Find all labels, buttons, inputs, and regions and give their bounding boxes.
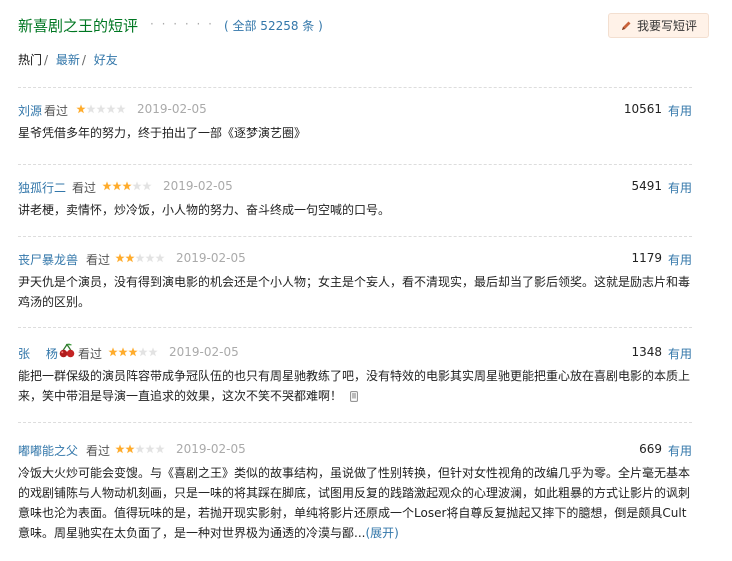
star-empty-icon: [145, 444, 155, 454]
vote-count: 10561: [623, 102, 662, 116]
review-item: 张 杨 看过 2019-02-05 1348 有用 能把一群保级的演员阵容带成争…: [18, 327, 692, 406]
star-empty-icon: [155, 253, 165, 263]
vote-count: 5491: [631, 179, 662, 193]
sort-tabs: 热门 / 最新 / 好友: [18, 51, 118, 68]
rating-stars: [115, 444, 165, 454]
vote-count: 1179: [631, 251, 662, 265]
mobile-phone-icon: [350, 391, 358, 402]
star-empty-icon: [138, 347, 148, 357]
review-date: 2019-02-05: [176, 442, 246, 456]
review-date: 2019-02-05: [163, 179, 233, 193]
section-title: 新喜剧之王的短评: [18, 17, 139, 35]
tab-separator: /: [44, 53, 49, 67]
vote-count: 1348: [631, 345, 662, 359]
watched-status: 看过: [44, 104, 69, 118]
cherries-icon: [59, 343, 75, 358]
rating-stars: [108, 347, 158, 357]
star-filled-icon: [112, 181, 122, 191]
star-empty-icon: [106, 104, 116, 114]
review-item: 刘源 看过 2019-02-05 10561 有用 星爷凭借多年的努力，终于拍出…: [18, 87, 692, 143]
review-meta: 嘟嘟能之父 看过 2019-02-05 669 有用: [18, 438, 692, 458]
star-filled-icon: [108, 347, 118, 357]
review-author[interactable]: 独孤行二: [18, 179, 66, 196]
watched-status: 看过: [86, 253, 111, 267]
review-item: 丧尸暴龙兽 看过 2019-02-05 1179 有用 尹天仇是个演员，没有得到…: [18, 236, 692, 312]
star-filled-icon: [122, 181, 132, 191]
review-item: 嘟嘟能之父 看过 2019-02-05 669 有用 冷饭大火炒可能会变馊。与《…: [18, 422, 692, 543]
tab-separator: /: [81, 53, 86, 67]
useful-button[interactable]: 有用: [668, 442, 692, 459]
star-empty-icon: [142, 181, 152, 191]
rating-stars: [102, 181, 152, 191]
review-author[interactable]: 刘源: [18, 102, 42, 119]
star-filled-icon: [125, 253, 135, 263]
review-text-block: 能把一群保级的演员阵容带成争冠队伍的也只有周星驰教练了吧，没有特效的电影其实周星…: [18, 366, 692, 406]
review-text: 讲老梗，卖情怀，炒冷饭，小人物的努力、奋斗终成一句空喊的口号。: [18, 203, 391, 217]
watched-status: 看过: [86, 444, 111, 458]
review-author[interactable]: 嘟嘟能之父: [18, 442, 78, 459]
review-text-block: 冷饭大火炒可能会变馊。与《喜剧之王》类似的故事结构，虽说做了性别转换，但针对女性…: [18, 463, 692, 543]
write-comment-label: 我要写短评: [636, 19, 697, 33]
review-date: 2019-02-05: [176, 251, 246, 265]
useful-button[interactable]: 有用: [668, 251, 692, 268]
expand-link[interactable]: (展开): [365, 526, 398, 540]
review-meta: 独孤行二 看过 2019-02-05 5491 有用: [18, 175, 692, 195]
rating-stars: [76, 104, 126, 114]
title-dots: · · · · · ·: [150, 17, 214, 31]
star-empty-icon: [135, 253, 145, 263]
review-date: 2019-02-05: [137, 102, 207, 116]
review-text: 尹天仇是个演员，没有得到演电影的机会还是个小人物；女主是个妄人，看不清现实，最后…: [18, 275, 691, 309]
review-item: 独孤行二 看过 2019-02-05 5491 有用 讲老梗，卖情怀，炒冷饭，小…: [18, 164, 692, 220]
star-empty-icon: [148, 347, 158, 357]
review-text: 冷饭大火炒可能会变馊。与《喜剧之王》类似的故事结构，虽说做了性别转换，但针对女性…: [18, 466, 691, 540]
pencil-icon: [621, 21, 631, 30]
review-author[interactable]: 张 杨: [18, 345, 58, 362]
star-empty-icon: [135, 444, 145, 454]
star-empty-icon: [86, 104, 96, 114]
review-date: 2019-02-05: [169, 345, 239, 359]
star-empty-icon: [145, 253, 155, 263]
review-meta: 张 杨 看过 2019-02-05 1348 有用: [18, 341, 692, 361]
star-empty-icon: [116, 104, 126, 114]
star-filled-icon: [118, 347, 128, 357]
rating-stars: [115, 253, 165, 263]
vote-count: 669: [639, 442, 662, 456]
watched-status: 看过: [78, 347, 103, 361]
useful-button[interactable]: 有用: [668, 345, 692, 362]
review-meta: 丧尸暴龙兽 看过 2019-02-05 1179 有用: [18, 247, 692, 267]
useful-button[interactable]: 有用: [668, 179, 692, 196]
star-filled-icon: [76, 104, 86, 114]
star-filled-icon: [102, 181, 112, 191]
write-comment-button[interactable]: 我要写短评: [608, 13, 709, 38]
review-author[interactable]: 丧尸暴龙兽: [18, 251, 78, 268]
useful-button[interactable]: 有用: [668, 102, 692, 119]
watched-status: 看过: [72, 181, 97, 195]
tab-latest[interactable]: 最新: [56, 53, 80, 67]
tab-hot[interactable]: 热门: [18, 53, 42, 67]
comments-header: 新喜剧之王的短评 · · · · · · ( 全部 52258 条 ) 我要写短…: [18, 11, 709, 41]
star-empty-icon: [155, 444, 165, 454]
all-comments-link[interactable]: ( 全部 52258 条 ): [224, 17, 323, 34]
star-filled-icon: [115, 444, 125, 454]
star-filled-icon: [115, 253, 125, 263]
star-filled-icon: [125, 444, 135, 454]
star-filled-icon: [128, 347, 138, 357]
review-meta: 刘源 看过 2019-02-05 10561 有用: [18, 98, 692, 118]
tab-friends[interactable]: 好友: [94, 53, 118, 67]
review-text: 星爷凭借多年的努力，终于拍出了一部《逐梦演艺圈》: [18, 126, 307, 140]
star-empty-icon: [96, 104, 106, 114]
star-empty-icon: [132, 181, 142, 191]
